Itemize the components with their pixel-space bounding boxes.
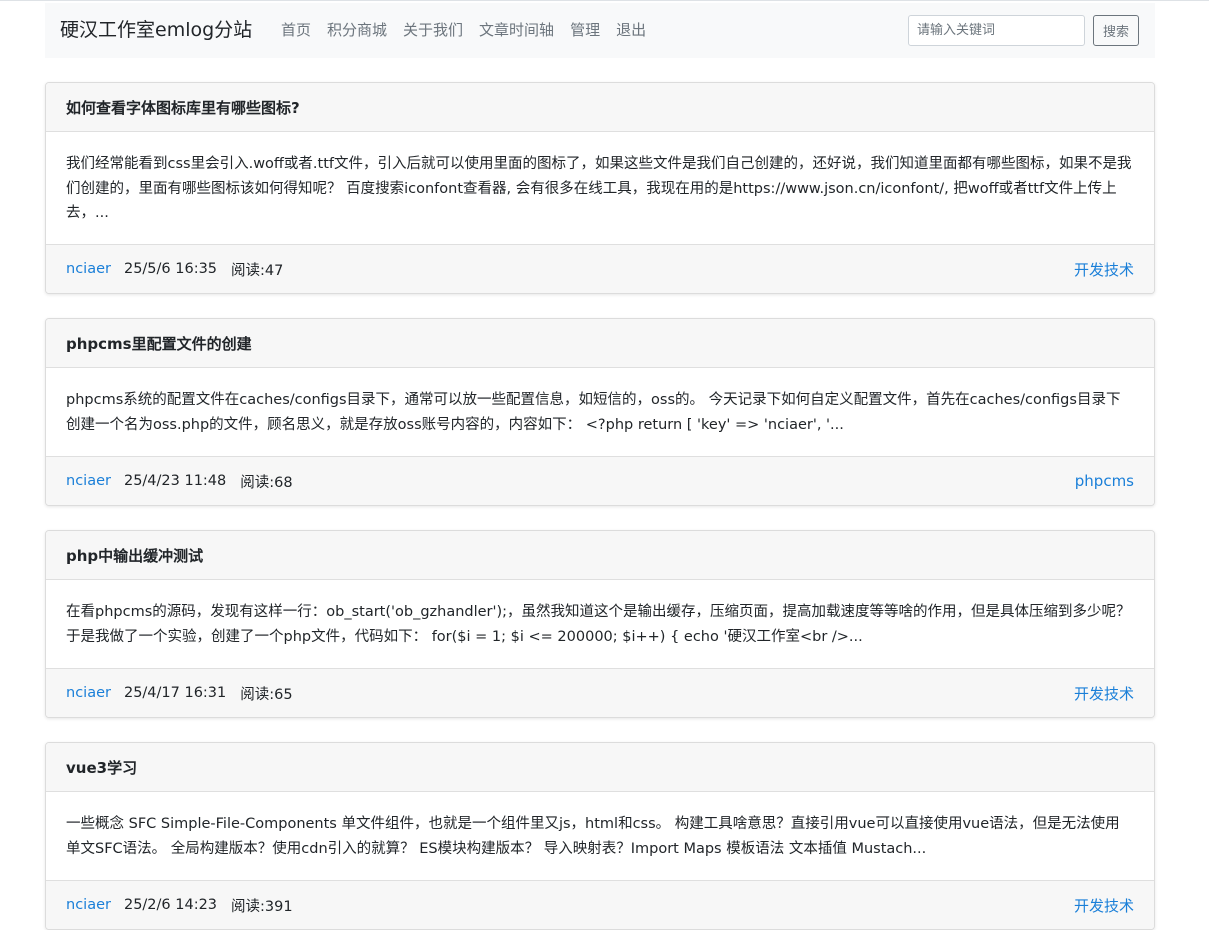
nav-link-about[interactable]: 关于我们 <box>403 19 463 41</box>
nav-link-logout[interactable]: 退出 <box>616 19 646 41</box>
post-card-footer: nciaer 25/4/23 11:48 阅读:68 phpcms <box>46 456 1154 505</box>
post-excerpt: 我们经常能看到css里会引入.woff或者.ttf文件，引入后就可以使用里面的图… <box>66 156 1132 221</box>
post-card-header: 如何查看字体图标库里有哪些图标? <box>46 83 1154 132</box>
nav-link-home[interactable]: 首页 <box>281 19 311 41</box>
post-author-link[interactable]: nciaer <box>66 897 111 913</box>
nav-link-points-mall[interactable]: 积分商城 <box>327 19 387 41</box>
post-views: 阅读:47 <box>231 262 284 279</box>
post-title[interactable]: phpcms里配置文件的创建 <box>66 333 252 354</box>
post-author-link[interactable]: nciaer <box>66 685 111 701</box>
post-date: 25/4/23 11:48 <box>123 473 227 489</box>
post-card: phpcms里配置文件的创建 phpcms系统的配置文件在caches/conf… <box>45 318 1155 506</box>
post-card-header: phpcms里配置文件的创建 <box>46 319 1154 368</box>
search-input[interactable] <box>908 15 1085 46</box>
post-category-link[interactable]: phpcms <box>1075 472 1134 490</box>
top-border <box>0 0 1209 1</box>
post-title[interactable]: 如何查看字体图标库里有哪些图标? <box>66 97 300 118</box>
post-title[interactable]: php中输出缓冲测试 <box>66 545 203 566</box>
nav-link-admin[interactable]: 管理 <box>570 19 600 41</box>
post-views: 阅读:68 <box>240 474 293 491</box>
post-excerpt: 一些概念 SFC Simple-File-Components 单文件组件，也就… <box>66 816 1120 857</box>
post-date: 25/4/17 16:31 <box>123 685 227 701</box>
post-card-body: phpcms系统的配置文件在caches/configs目录下，通常可以放一些配… <box>46 368 1154 437</box>
post-card-body: 在看phpcms的源码，发现有这样一行：ob_start('ob_gzhandl… <box>46 580 1154 649</box>
post-category-link[interactable]: 开发技术 <box>1074 259 1134 280</box>
post-card-footer: nciaer 25/4/17 16:31 阅读:65 开发技术 <box>46 668 1154 717</box>
post-views: 阅读:391 <box>231 898 293 915</box>
post-card-body: 一些概念 SFC Simple-File-Components 单文件组件，也就… <box>46 792 1154 861</box>
post-date: 25/5/6 16:35 <box>123 261 218 277</box>
site-brand[interactable]: 硬汉工作室emlog分站 <box>60 18 252 42</box>
post-card-header: php中输出缓冲测试 <box>46 531 1154 580</box>
post-title[interactable]: vue3学习 <box>66 757 137 778</box>
post-excerpt: 在看phpcms的源码，发现有这样一行：ob_start('ob_gzhandl… <box>66 604 1131 645</box>
post-card: vue3学习 一些概念 SFC Simple-File-Components 单… <box>45 742 1155 930</box>
post-card-footer: nciaer 25/5/6 16:35 阅读:47 开发技术 <box>46 244 1154 293</box>
post-category-link[interactable]: 开发技术 <box>1074 895 1134 916</box>
post-card: 如何查看字体图标库里有哪些图标? 我们经常能看到css里会引入.woff或者.t… <box>45 82 1155 294</box>
post-card-body: 我们经常能看到css里会引入.woff或者.ttf文件，引入后就可以使用里面的图… <box>46 132 1154 226</box>
navbar: 硬汉工作室emlog分站 首页 积分商城 关于我们 文章时间轴 管理 退出 搜索 <box>45 3 1155 58</box>
post-views: 阅读:65 <box>240 686 293 703</box>
post-date: 25/2/6 14:23 <box>123 897 218 913</box>
nav-menu: 首页 积分商城 关于我们 文章时间轴 管理 退出 <box>281 19 646 41</box>
post-card-footer: nciaer 25/2/6 14:23 阅读:391 开发技术 <box>46 880 1154 929</box>
post-card: php中输出缓冲测试 在看phpcms的源码，发现有这样一行：ob_start(… <box>45 530 1155 718</box>
post-category-link[interactable]: 开发技术 <box>1074 683 1134 704</box>
nav-link-timeline[interactable]: 文章时间轴 <box>479 19 554 41</box>
search-button[interactable]: 搜索 <box>1093 15 1139 46</box>
post-author-link[interactable]: nciaer <box>66 473 111 489</box>
post-excerpt: phpcms系统的配置文件在caches/configs目录下，通常可以放一些配… <box>66 392 1121 433</box>
post-author-link[interactable]: nciaer <box>66 261 111 277</box>
post-card-header: vue3学习 <box>46 743 1154 792</box>
